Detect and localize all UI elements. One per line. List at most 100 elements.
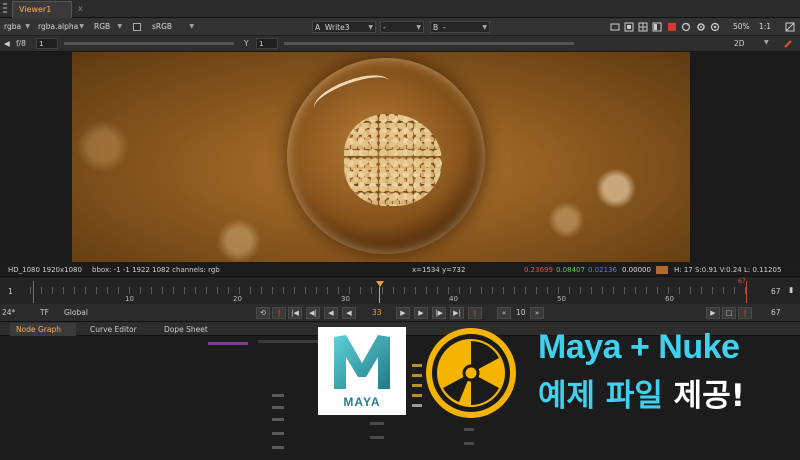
- node[interactable]: [464, 442, 474, 445]
- chevron-down-icon: ▼: [189, 23, 194, 30]
- gamma-field[interactable]: 1: [256, 38, 278, 49]
- gain-slider[interactable]: [64, 42, 234, 45]
- chevron-down-icon: ▼: [764, 39, 769, 46]
- pixel-ratio-dropdown[interactable]: 1:1: [757, 21, 779, 33]
- play-reverse-icon[interactable]: ◀: [342, 307, 356, 319]
- rendered-image: [72, 52, 690, 262]
- step-forward-icon[interactable]: ▶: [414, 307, 428, 319]
- viewer-tab-bar: Viewer1 x: [0, 0, 800, 18]
- hsvl-info: H: 17 S:0.91 V:0.24 L: 0.11205: [674, 266, 782, 274]
- lut-icon[interactable]: [785, 22, 795, 32]
- view-mode-dropdown[interactable]: 2D: [734, 39, 745, 48]
- in-point-button[interactable]: |: [272, 307, 286, 319]
- refresh-icon[interactable]: [681, 22, 691, 32]
- node[interactable]: [258, 340, 318, 343]
- viewer-canvas[interactable]: HD_1080 1920x1080 bbox: -1 -1 1922 1082 …: [0, 52, 800, 276]
- tick-label: 10: [125, 295, 134, 303]
- tab-curve-editor[interactable]: Curve Editor: [84, 323, 137, 336]
- proxy-icon[interactable]: [133, 23, 141, 31]
- out-marker-button[interactable]: |: [738, 307, 752, 319]
- frame-range-scope-dropdown[interactable]: Global: [64, 308, 88, 317]
- roi-icon[interactable]: [610, 22, 620, 32]
- node[interactable]: [272, 418, 284, 421]
- node[interactable]: [370, 436, 384, 439]
- tab-dope-sheet[interactable]: Dope Sheet: [158, 323, 208, 336]
- chevron-down-icon: ▼: [416, 24, 421, 31]
- node[interactable]: [412, 404, 422, 407]
- gamma-slider[interactable]: [284, 42, 574, 45]
- node[interactable]: [412, 394, 422, 397]
- viewer-gain-gamma-bar: ◀ f/8 1 Y 1 2D ▼: [0, 36, 800, 52]
- node[interactable]: [464, 428, 474, 431]
- drag-handle-icon[interactable]: [3, 3, 7, 15]
- play-forward-icon[interactable]: ▶: [396, 307, 410, 319]
- fps-dropdown[interactable]: 24*: [2, 308, 15, 317]
- in-point-marker[interactable]: [33, 281, 34, 303]
- input-b-dropdown[interactable]: B - ▼: [430, 21, 490, 33]
- maya-m-icon: [334, 335, 390, 389]
- last-frame-icon[interactable]: ▶|: [450, 307, 464, 319]
- input-a-value: Write3: [324, 23, 350, 32]
- alpha-value: rgba.alpha: [38, 22, 79, 31]
- first-frame-icon[interactable]: |◀: [288, 307, 302, 319]
- node[interactable]: [370, 422, 384, 425]
- tick-label: 40: [449, 295, 458, 303]
- timecode-format-dropdown[interactable]: TF: [40, 308, 49, 317]
- previous-keyframe-icon[interactable]: ◀|: [306, 307, 320, 319]
- skip-forward-icon[interactable]: »: [530, 307, 544, 319]
- node[interactable]: [272, 406, 284, 409]
- gamma-label: Y: [244, 39, 249, 48]
- timeline-scroll-icon[interactable]: ▮: [789, 285, 793, 294]
- step-back-icon[interactable]: ◀: [324, 307, 338, 319]
- input-b-value: -: [442, 23, 446, 32]
- tick-label: 50: [557, 295, 566, 303]
- camera-icon[interactable]: [710, 22, 720, 32]
- node[interactable]: [272, 432, 284, 435]
- play-back-icon[interactable]: ◀: [4, 39, 10, 48]
- current-frame-field[interactable]: 33: [372, 308, 382, 317]
- playhead-marker[interactable]: [376, 281, 384, 287]
- out-point-marker[interactable]: [746, 281, 747, 303]
- pause-render-icon[interactable]: [667, 22, 677, 32]
- chevron-down-icon: ▼: [368, 24, 373, 31]
- mask-icon[interactable]: [652, 22, 662, 32]
- step-increment-field[interactable]: 10: [516, 308, 526, 317]
- input-a-op-dropdown[interactable]: - ▼: [380, 21, 424, 33]
- monitor-icon[interactable]: ▶: [706, 307, 720, 319]
- timeline-ruler[interactable]: [30, 287, 748, 294]
- alpha-dropdown[interactable]: rgba.alpha ▼: [36, 21, 86, 33]
- input-a-dropdown[interactable]: A Write3 ▼: [312, 21, 376, 33]
- node[interactable]: [412, 384, 422, 387]
- node[interactable]: [412, 374, 422, 377]
- end-frame-field[interactable]: 67: [771, 308, 781, 317]
- channels-dropdown[interactable]: rgba ▼: [2, 21, 32, 33]
- zoom-value: 50%: [733, 22, 750, 31]
- chevron-down-icon: ▼: [117, 23, 122, 30]
- node[interactable]: [272, 394, 284, 397]
- display-channel-dropdown[interactable]: RGB ▼: [92, 21, 124, 33]
- pixel-ratio-value: 1:1: [759, 22, 772, 31]
- gear-icon[interactable]: [696, 22, 706, 32]
- overlay-icon[interactable]: [624, 22, 634, 32]
- tab-viewer1[interactable]: Viewer1: [12, 1, 72, 18]
- flipbook-icon[interactable]: □: [722, 307, 736, 319]
- promo-subtitle-highlight: 예제 파일: [538, 378, 663, 414]
- tab-node-graph[interactable]: Node Graph: [10, 323, 76, 336]
- paint-brush-icon[interactable]: [783, 39, 793, 49]
- node[interactable]: [208, 342, 248, 345]
- chevron-down-icon: ▼: [25, 23, 30, 30]
- node[interactable]: [272, 446, 284, 449]
- close-icon[interactable]: x: [78, 4, 83, 13]
- next-keyframe-icon[interactable]: |▶: [432, 307, 446, 319]
- out-point-label: 67: [738, 278, 746, 285]
- timeline[interactable]: 1 10 20 30 40 50 60 67 67 ▮: [0, 276, 800, 304]
- skip-back-icon[interactable]: «: [497, 307, 511, 319]
- colorspace-dropdown[interactable]: sRGB ▼: [150, 21, 196, 33]
- gain-field[interactable]: 1: [36, 38, 58, 49]
- grid-icon[interactable]: [638, 22, 648, 32]
- out-point-button[interactable]: |: [468, 307, 482, 319]
- loop-icon[interactable]: ⟲: [256, 307, 270, 319]
- node[interactable]: [412, 364, 422, 367]
- zoom-dropdown[interactable]: 50%: [731, 21, 755, 33]
- chevron-down-icon: ▼: [482, 24, 487, 31]
